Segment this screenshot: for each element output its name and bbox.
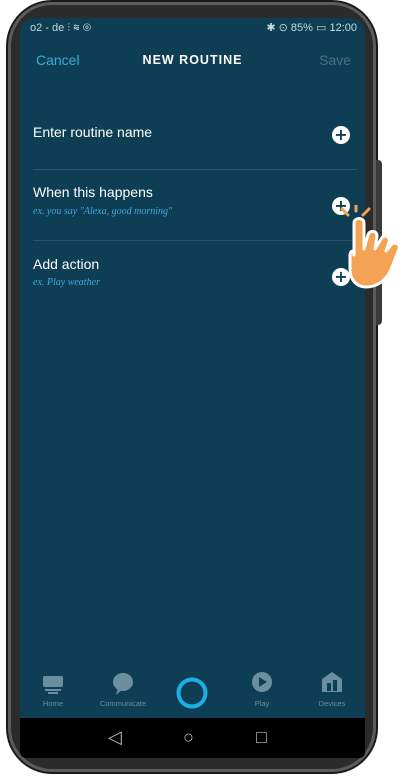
- back-icon[interactable]: ◁: [108, 727, 122, 747]
- play-icon: [252, 672, 272, 692]
- status-bar: o2 - de ⫶ ≋ ⊚ ✱ ⊙ 85% ▭ 12:00: [20, 18, 365, 38]
- routine-header: Cancel NEW ROUTINE Save: [20, 48, 365, 74]
- routine-name-row[interactable]: Enter routine name +: [20, 118, 365, 168]
- when-this-happens-label: When this happens: [33, 184, 153, 200]
- nav-play-label: Play: [254, 699, 270, 708]
- divider: [33, 240, 357, 241]
- nav-devices-label: Devices: [318, 699, 346, 708]
- when-this-happens-row[interactable]: When this happens ex. you say "Alexa, go…: [20, 180, 365, 240]
- battery-label: 85%: [290, 22, 313, 34]
- bottom-navigation: Home Communicate Play Devices: [20, 670, 365, 718]
- nav-communicate-label: Communicate: [99, 699, 147, 708]
- battery-icon: ▭: [316, 22, 327, 34]
- when-this-happens-hint: ex. you say "Alexa, good morning": [33, 206, 173, 217]
- pointer-hand-icon: [340, 205, 401, 289]
- nav-home[interactable]: Home: [23, 670, 83, 708]
- nav-home-label: Home: [42, 699, 63, 708]
- alexa-ring-icon[interactable]: [175, 676, 209, 710]
- page-title: NEW ROUTINE: [142, 53, 243, 67]
- nav-devices[interactable]: Devices: [302, 670, 362, 708]
- routine-name-label: Enter routine name: [33, 124, 153, 140]
- nav-communicate[interactable]: Communicate: [93, 670, 153, 708]
- clock-label: 12:00: [329, 22, 357, 34]
- save-button[interactable]: Save: [319, 52, 351, 68]
- status-left: o2 - de ⫶ ≋ ⊚: [30, 18, 91, 38]
- signal-icon: ⫶ ≋ ⊚: [67, 22, 92, 34]
- bluetooth-icon: ✱: [266, 22, 276, 34]
- add-action-hint: ex. Play weather: [33, 277, 100, 288]
- home-icon: [43, 676, 63, 694]
- home-circle-icon[interactable]: ○: [183, 727, 194, 747]
- system-navigation-bar: ◁ ○ □: [20, 718, 365, 758]
- add-action-label: Add action: [33, 256, 100, 272]
- location-icon: ⊙: [278, 22, 288, 34]
- status-right: ✱ ⊙ 85% ▭ 12:00: [266, 18, 357, 38]
- add-action-row[interactable]: Add action ex. Play weather +: [20, 252, 365, 312]
- divider: [33, 169, 357, 170]
- devices-icon: [322, 672, 342, 692]
- add-routine-name-icon[interactable]: +: [332, 126, 350, 144]
- recents-icon[interactable]: □: [256, 727, 267, 747]
- nav-play[interactable]: Play: [232, 670, 292, 708]
- carrier-label: o2 - de: [30, 22, 65, 34]
- chat-bubble-icon: [113, 673, 133, 695]
- app-screen: o2 - de ⫶ ≋ ⊚ ✱ ⊙ 85% ▭ 12:00 Cancel NEW…: [20, 18, 365, 758]
